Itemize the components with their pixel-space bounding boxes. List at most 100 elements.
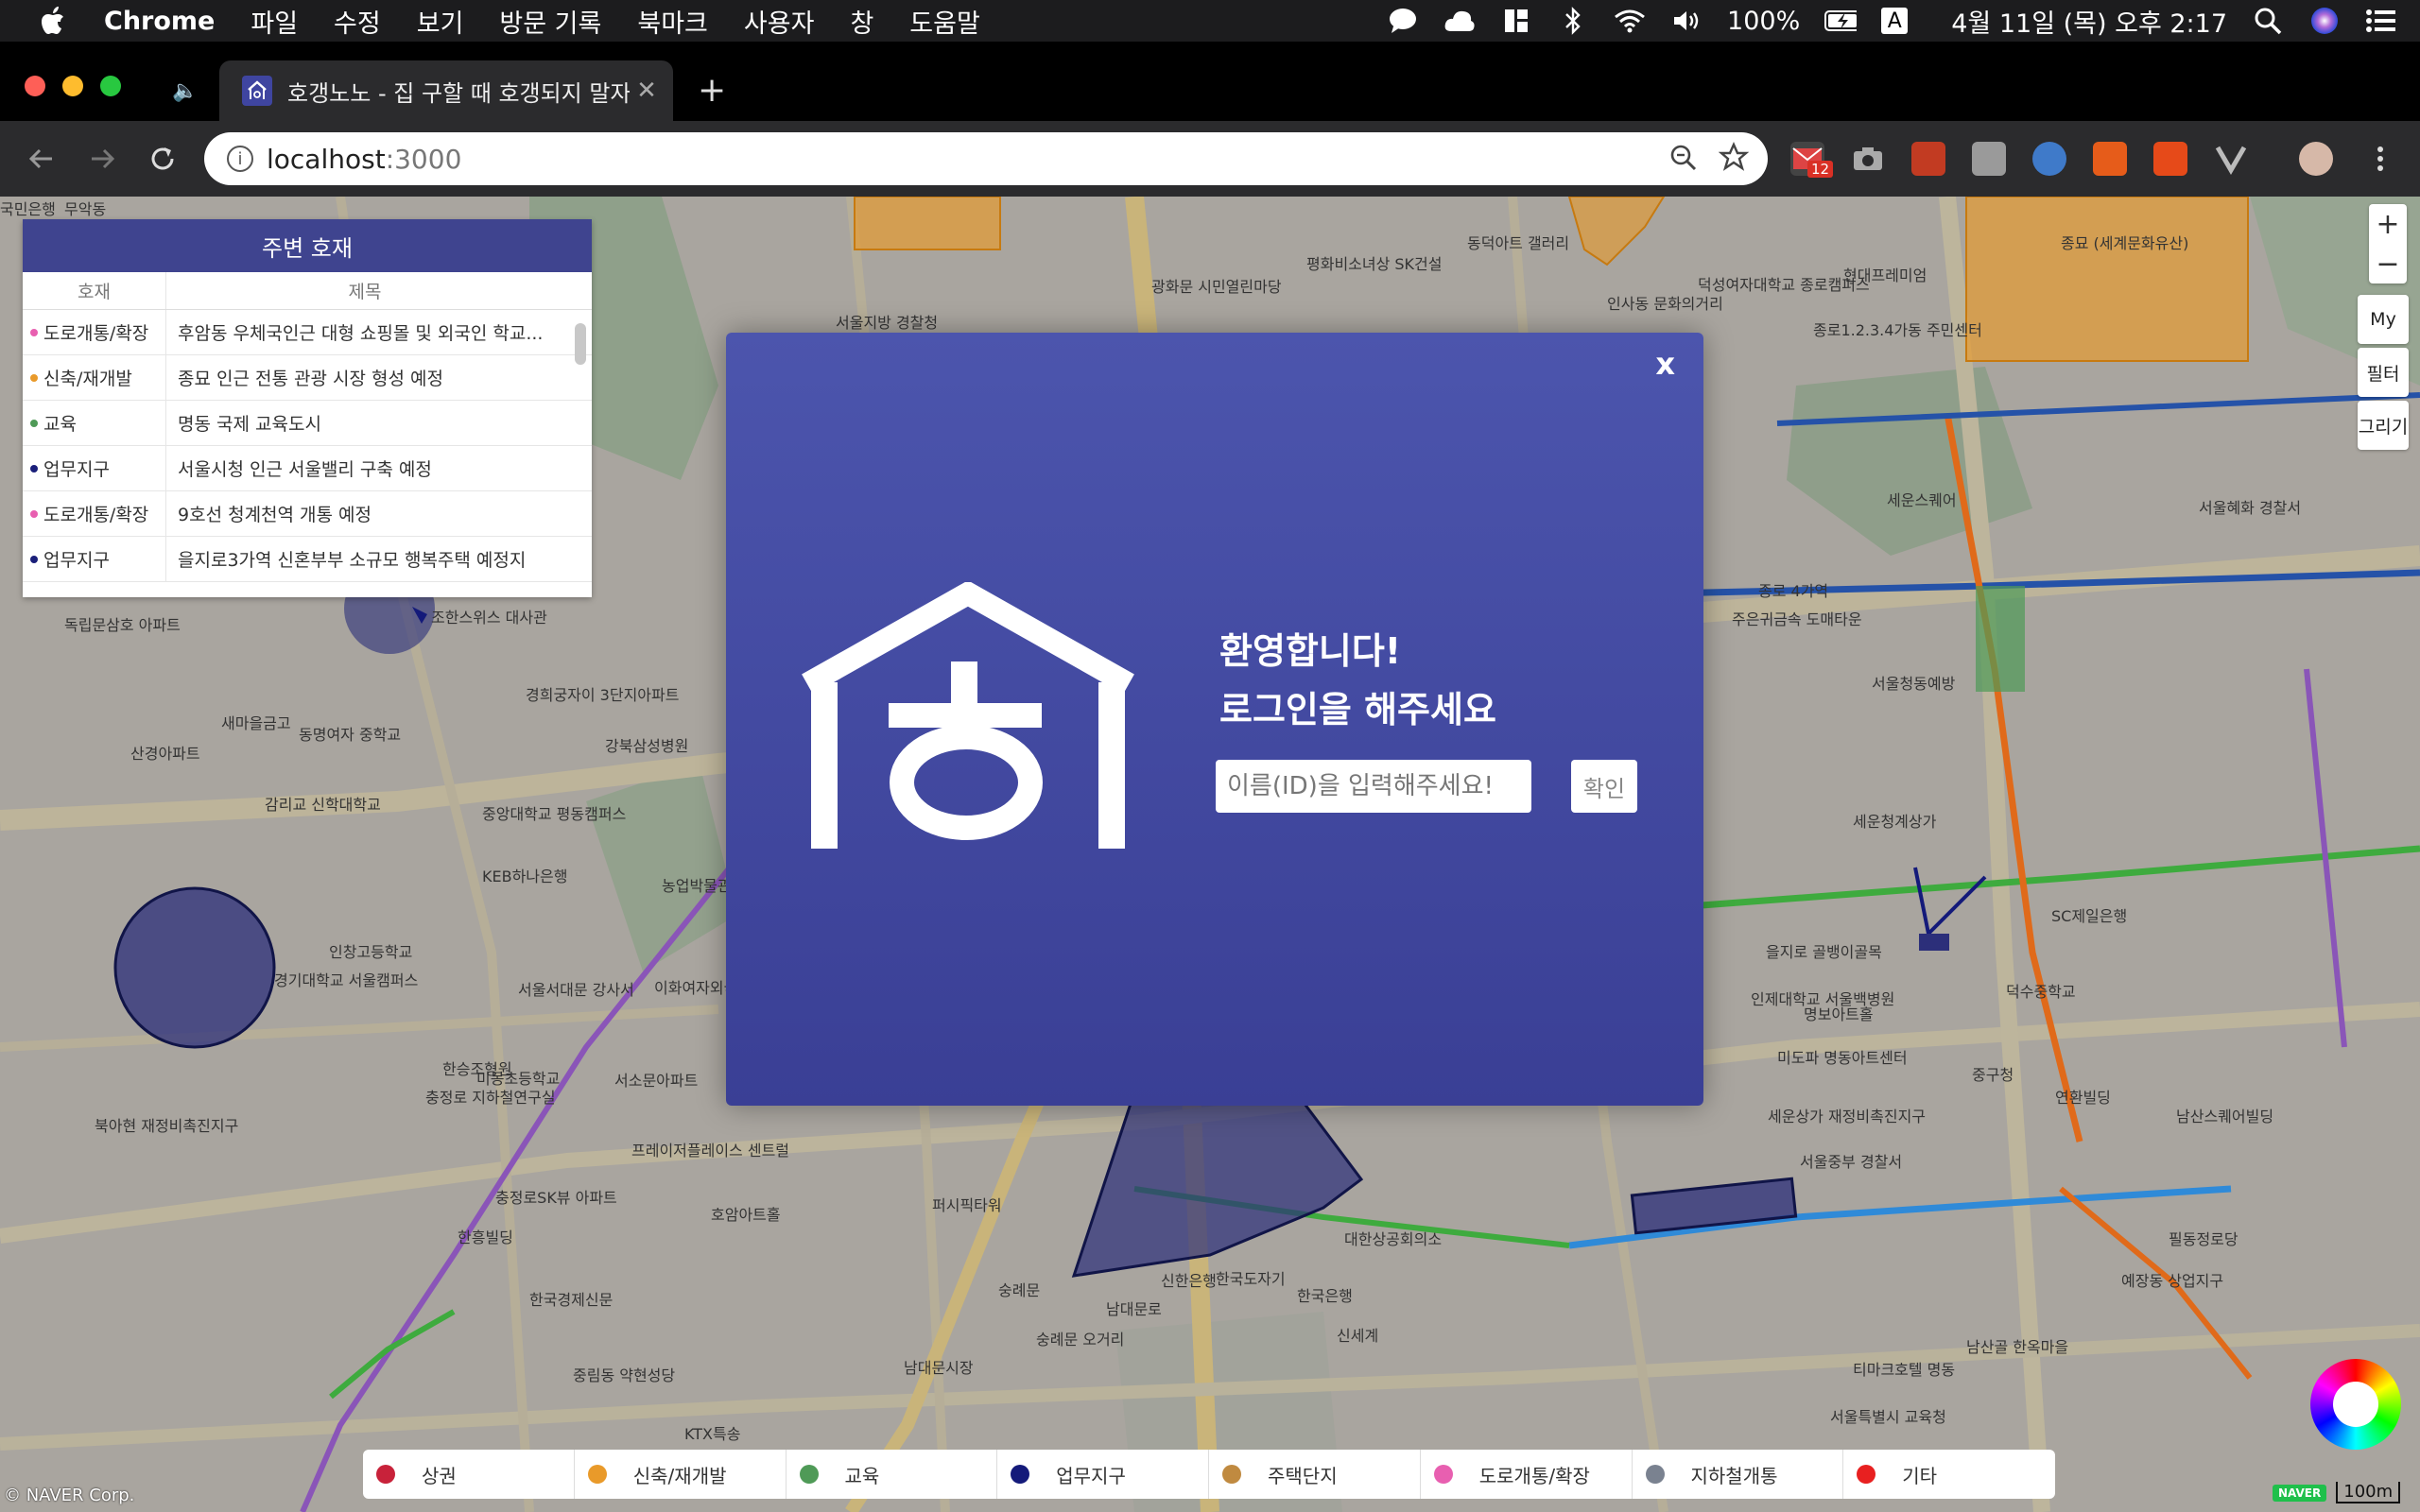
map-place-label[interactable]: 남산스퀘어빌딩 [2176,1104,2273,1126]
menu-file[interactable]: 파일 [251,3,298,40]
extension-icon-4[interactable] [1972,142,2006,176]
map-place-label[interactable]: 국민은행 [0,197,56,219]
window-manager-icon[interactable] [1500,5,1532,37]
map-place-label[interactable]: 한국은행 [1297,1283,1353,1306]
tab-audio-icon[interactable]: 🔈 [172,79,198,103]
input-source-indicator[interactable]: A [1881,8,1909,34]
app-menu-chrome[interactable]: Chrome [104,7,215,36]
map-place-label[interactable]: 감리교 신학대학교 [265,792,381,815]
map-place-label[interactable]: 평화비소녀상 SK건설 [1306,251,1443,274]
battery-icon[interactable] [1824,5,1858,37]
zoom-in-button[interactable]: + [2376,208,2399,241]
map-place-label[interactable]: 중앙대학교 평동캠퍼스 [482,801,626,824]
legend-item[interactable]: 상권 [363,1450,575,1499]
window-close-button[interactable] [25,76,45,96]
map-place-label[interactable]: 호암아트홀 [711,1202,781,1225]
map-place-label[interactable]: 서울혜화 경찰서 [2199,495,2301,518]
legend-item[interactable]: 교육 [786,1450,998,1499]
development-row[interactable]: 도로개통/확장 9호선 청계천역 개통 예정 [23,491,592,537]
map-place-label[interactable]: 새마을금고 [221,711,291,733]
reload-button[interactable] [144,140,182,178]
map-place-label[interactable]: 퍼시픽타워 [932,1193,1002,1215]
legend-item[interactable]: 신축/재개발 [575,1450,786,1499]
bluetooth-icon[interactable] [1557,5,1589,37]
extension-icon-5[interactable] [2032,142,2066,176]
cloud-app-icon[interactable] [1443,5,1476,37]
map-place-label[interactable]: 동명여자 중학교 [299,722,401,745]
extension-icon-7[interactable] [2153,142,2187,176]
vimium-extension-icon[interactable] [2214,142,2248,176]
map-place-label[interactable]: 현대프레미엄 [1843,263,1927,285]
map-place-label[interactable]: 종로 4가역 [1758,578,1828,601]
map-place-label[interactable]: 인창고등학교 [329,939,412,962]
panel-scrollbar[interactable] [575,323,586,365]
map-place-label[interactable]: 미동초등학교 [476,1066,560,1089]
map-place-label[interactable]: 농업박물관 [662,873,732,896]
map-place-label[interactable]: 미도파 명동아트센터 [1777,1045,1908,1068]
menu-history[interactable]: 방문 기록 [499,3,601,40]
spotlight-search-icon[interactable] [2252,5,2284,37]
map-place-label[interactable]: 종묘 (세계문화유산) [2061,231,2188,253]
profile-avatar[interactable] [2299,142,2333,176]
map-place-label[interactable]: 신세계 [1337,1323,1378,1346]
map-place-label[interactable]: 덕수중학교 [2006,979,2076,1002]
menu-edit[interactable]: 수정 [334,3,381,40]
column-title[interactable]: 제목 [166,272,563,309]
site-info-icon[interactable]: i [227,146,253,172]
map-place-label[interactable]: 숭례문 오거리 [1036,1327,1124,1349]
siri-icon[interactable] [2308,5,2341,37]
map-place-label[interactable]: 서울서대문 강사서 [518,977,634,1000]
apple-icon[interactable] [38,6,68,36]
map-place-label[interactable]: 서울중부 경찰서 [1800,1149,1902,1172]
window-minimize-button[interactable] [62,76,83,96]
zoom-out-button[interactable]: − [2376,248,2399,281]
map-place-label[interactable]: KTX특송 [684,1421,740,1444]
map-place-label[interactable]: 충정로SK뷰 아파트 [495,1185,617,1208]
map-place-label[interactable]: 주은귀금속 도매타운 [1732,607,1862,629]
chrome-menu-icon[interactable] [2363,142,2397,176]
map-place-label[interactable]: 연환빌딩 [2055,1085,2111,1108]
map-place-label[interactable]: 독립문삼호 아파트 [64,612,181,635]
legend-item[interactable]: 주택단지 [1209,1450,1421,1499]
legend-item[interactable]: 도로개통/확장 [1421,1450,1633,1499]
back-button[interactable] [23,140,60,178]
legend-item[interactable]: 업무지구 [997,1450,1209,1499]
map-place-label[interactable]: 세운상가 재정비촉진지구 [1768,1104,1926,1126]
menu-view[interactable]: 보기 [417,3,464,40]
map-place-label[interactable]: 한흥빌딩 [458,1225,513,1247]
menu-people[interactable]: 사용자 [744,3,815,40]
map-place-label[interactable]: 인제대학교 서울백병원 [1751,987,1894,1009]
map-place-label[interactable]: 남대문로 [1106,1297,1162,1319]
legend-item[interactable]: 지하철개통 [1633,1450,1844,1499]
menu-window[interactable]: 창 [850,3,873,40]
legend-item[interactable]: 기타 [1843,1450,2055,1499]
extension-icon-3[interactable] [1911,142,1945,176]
development-row[interactable]: 신축/재개발 종묘 인근 전통 관광 시장 형성 예정 [23,355,592,401]
modal-close-button[interactable]: x [1655,346,1675,382]
development-row[interactable]: 교육 명동 국제 교육도시 [23,401,592,446]
map-place-label[interactable]: 한국경제신문 [529,1287,613,1310]
tab-close-icon[interactable]: ✕ [630,77,664,105]
gmail-extension-icon[interactable]: 12 [1790,142,1834,178]
notification-center-icon[interactable] [2365,5,2397,37]
browser-tab-active[interactable]: 호갱노노 - 집 구할 때 호갱되지 말자 ✕ [219,60,673,121]
bookmark-star-icon[interactable] [1718,142,1750,179]
map-place-label[interactable]: 신한은행 [1161,1268,1217,1291]
map-place-label[interactable]: SC제일은행 [2051,903,2127,926]
map-place-label[interactable]: 중림동 약현성당 [573,1363,675,1385]
filter-button[interactable]: 필터 [2358,348,2409,397]
wifi-icon[interactable] [1614,5,1646,37]
map-place-label[interactable]: 프레이저플레이스 센트럴 [631,1138,789,1160]
new-tab-button[interactable]: + [698,70,726,112]
map-place-label[interactable]: 광화문 시민열린마당 [1151,274,1282,297]
map-place-label[interactable]: 서소문아파트 [614,1068,698,1091]
column-category[interactable]: 호재 [23,272,166,309]
map-place-label[interactable]: 남산골 한옥마을 [1966,1334,2068,1357]
map-place-label[interactable]: 종로1.2.3.4가동 주민센터 [1813,318,1982,340]
development-row[interactable]: 업무지구 서울시청 인근 서울밸리 구축 예정 [23,446,592,491]
clock-datetime[interactable]: 4월 11일 (목) 오후 2:17 [1951,3,2227,40]
map-place-label[interactable]: KEB하나은행 [482,864,567,886]
map-place-label[interactable]: 북아현 재정비촉진지구 [95,1113,238,1136]
zoom-icon[interactable] [1669,144,1698,179]
map-place-label[interactable]: 숭례문 [998,1278,1040,1300]
